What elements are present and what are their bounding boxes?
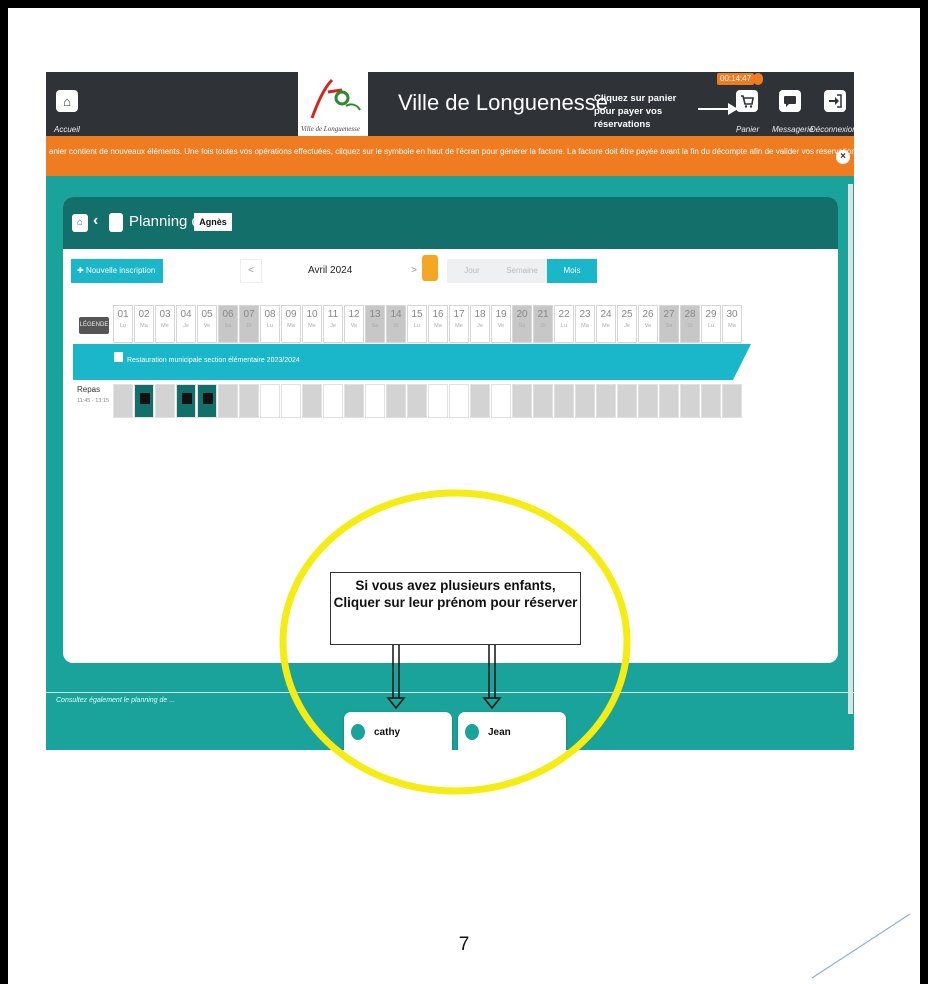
annotation-callout: Si vous avez plusieurs enfants, Cliquer … bbox=[330, 572, 581, 645]
down-arrow-icon bbox=[386, 645, 406, 710]
page-number: 7 bbox=[458, 934, 470, 955]
annotation-overlay bbox=[279, 489, 631, 795]
document-page: ⌂ Accueil Ville de Longuenesse Ville de … bbox=[8, 8, 920, 984]
down-arrow-icon bbox=[482, 645, 502, 710]
